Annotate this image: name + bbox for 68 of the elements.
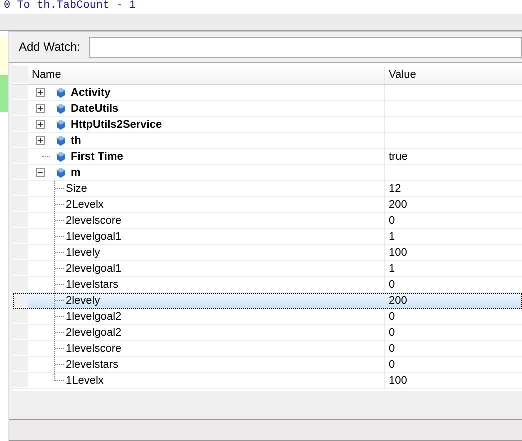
variable-value: 200 — [389, 294, 408, 306]
watch-row[interactable]: HttpUtils2Service — [13, 117, 522, 133]
variable-name: 2Levelx — [66, 198, 104, 210]
field-icon — [56, 134, 66, 146]
watch-row[interactable]: 1levelscore 0 — [13, 341, 522, 357]
collapse-icon[interactable] — [36, 168, 45, 177]
variable-name: 1levelgoal2 — [66, 310, 122, 322]
watch-row[interactable]: 1Levelx 100 — [13, 373, 522, 389]
variable-name: Activity — [71, 86, 111, 98]
watch-row[interactable]: Size 12 — [13, 181, 522, 197]
add-watch-field[interactable] — [88, 36, 522, 58]
variable-name: 2levelgoal2 — [66, 326, 122, 338]
variable-name: 2levelscore — [66, 214, 122, 226]
field-icon — [56, 118, 66, 130]
variable-name: 1levelstars — [66, 278, 119, 290]
field-icon — [56, 150, 66, 162]
variable-value: 100 — [389, 374, 408, 386]
watch-row[interactable]: 2levelgoal2 0 — [13, 325, 522, 341]
watch-row[interactable]: 2levely 200 — [13, 293, 522, 309]
variable-value: 0 — [389, 278, 396, 290]
variable-name: 1levelgoal1 — [66, 230, 122, 242]
variable-name: First Time — [71, 150, 124, 162]
watch-row[interactable]: DateUtils — [13, 101, 522, 117]
watch-row[interactable]: 2levelstars 0 — [13, 357, 522, 373]
code-line: 0 To th.TabCount - 1 — [3, 0, 138, 12]
variable-name: 1Levelx — [66, 374, 104, 386]
watch-row[interactable]: 1levely 100 — [13, 245, 522, 261]
variable-name: HttpUtils2Service — [71, 118, 162, 130]
variable-name: 1levely — [66, 246, 100, 258]
variable-name: 1levelscore — [66, 342, 122, 354]
add-watch-label: Add Watch: — [19, 40, 81, 54]
watch-row[interactable]: Activity — [13, 85, 522, 101]
variable-name: m — [71, 166, 81, 178]
watch-row[interactable]: 2levelgoal1 1 — [13, 261, 522, 277]
expand-icon[interactable] — [36, 88, 45, 97]
variable-value: 0 — [389, 342, 396, 354]
variable-value: 0 — [389, 358, 396, 370]
variable-value: 0 — [389, 326, 396, 338]
expand-icon[interactable] — [36, 104, 45, 113]
variable-value: 1 — [389, 230, 396, 242]
variable-name: 2levelstars — [66, 358, 119, 370]
variable-name: 2levelgoal1 — [66, 262, 122, 274]
variable-value: 200 — [389, 198, 408, 210]
variable-value: 100 — [389, 246, 408, 258]
expand-icon[interactable] — [36, 136, 45, 145]
column-header[interactable]: Name — [28, 66, 385, 84]
field-icon — [56, 166, 66, 178]
watch-row[interactable]: m — [13, 165, 522, 181]
watch-row[interactable]: 1levelgoal1 1 — [13, 229, 522, 245]
variable-name: th — [71, 134, 82, 146]
variable-name: 2levely — [66, 294, 100, 306]
watch-row[interactable]: 2Levelx 200 — [13, 197, 522, 213]
variable-value: true — [389, 150, 408, 162]
watch-row[interactable]: First Time true — [13, 149, 522, 165]
watch-row[interactable]: th — [13, 133, 522, 149]
variable-name: Size — [66, 182, 88, 194]
field-icon — [56, 86, 66, 98]
column-header[interactable]: Value — [385, 66, 522, 84]
field-icon — [56, 102, 66, 114]
variable-value: 0 — [389, 310, 396, 322]
watch-row[interactable]: 2levelscore 0 — [13, 213, 522, 229]
expand-icon[interactable] — [36, 120, 45, 129]
watch-row[interactable]: 1levelgoal2 0 — [13, 309, 522, 325]
variable-value: 1 — [389, 262, 396, 274]
variable-name: DateUtils — [71, 102, 119, 114]
row-header[interactable] — [13, 293, 28, 308]
variable-value: 12 — [389, 182, 402, 194]
variable-value: 0 — [389, 214, 396, 226]
